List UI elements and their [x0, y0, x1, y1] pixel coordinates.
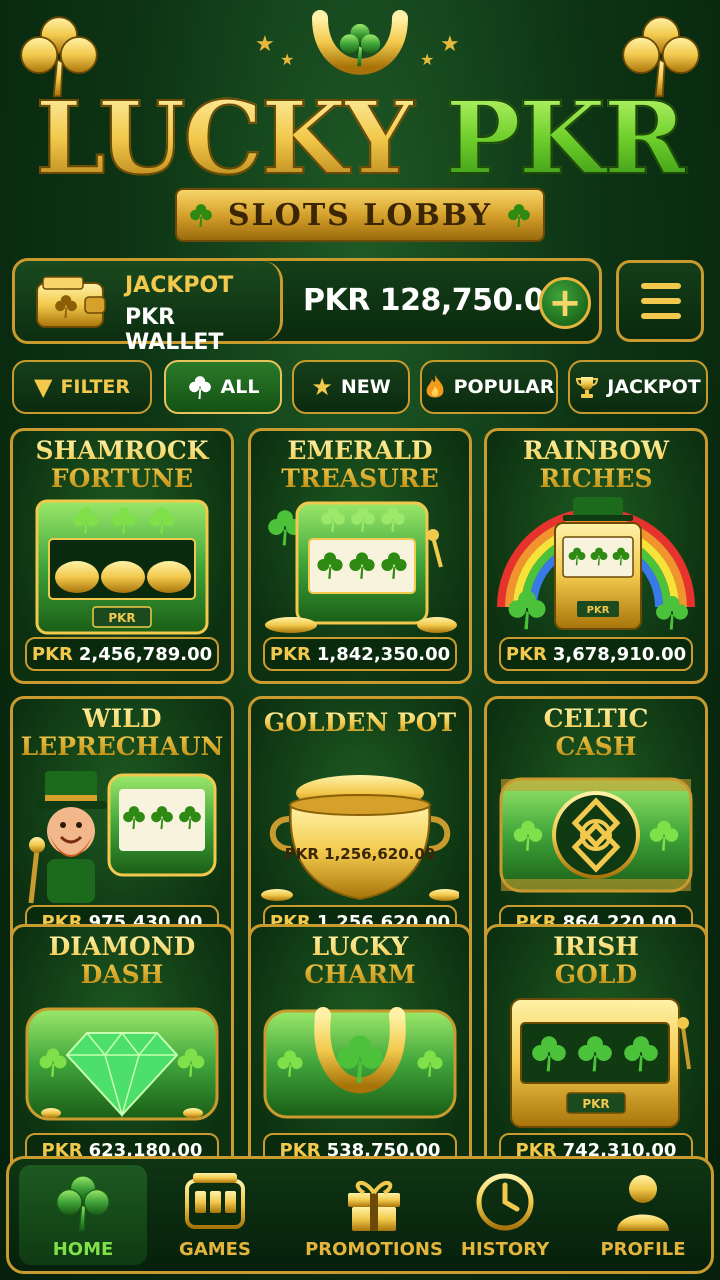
- nav-item-history[interactable]: HISTORY: [441, 1165, 569, 1265]
- pot-of-gold-image: PKR 1,256,620.00: [261, 775, 459, 901]
- slot-machine-image: [265, 501, 457, 633]
- flame-icon: [426, 375, 443, 398]
- leprechaun-reels-image: [28, 771, 217, 904]
- game-card-golden-pot[interactable]: GOLDEN POT PKR 1,256,620.00 PKR 1,256,62…: [248, 696, 472, 952]
- svg-text:PKR: PKR: [108, 611, 135, 625]
- filter-chip-filter[interactable]: ▼ FILTER: [12, 360, 152, 414]
- subtitle-ribbon: SLOTS LOBBY: [175, 188, 545, 242]
- hamburger-icon: [641, 283, 681, 289]
- game-card-lucky-charm[interactable]: LUCKY CHARM PKR 538,750.00: [248, 924, 472, 1180]
- plus-icon: +: [548, 280, 582, 326]
- nav-item-games[interactable]: GAMES: [151, 1165, 279, 1265]
- filter-bar: ▼ FILTER ALL ★ NEW POPULAR JACKPOT: [12, 360, 708, 414]
- header: ★ ★ ★ ★ LUCKY PKR SLOTS LOBBY: [0, 0, 720, 255]
- game-title: WILD LEPRECHAUN: [13, 705, 231, 761]
- game-title: CELTIC CASH: [487, 705, 705, 761]
- wallet-icon: [36, 276, 106, 328]
- svg-text:PKR 1,256,620.00: PKR 1,256,620.00: [285, 845, 435, 863]
- horseshoe-reels-image: [263, 1007, 457, 1119]
- jackpot-amount: PKR 2,456,789.00: [25, 637, 219, 671]
- clover-icon: [51, 1171, 115, 1233]
- game-card-irish-gold[interactable]: IRISH GOLD PKR PKR 742,310.00: [484, 924, 708, 1180]
- wallet-label-name: PKR WALLET: [125, 305, 224, 355]
- slot-machine-image: PKR: [35, 499, 209, 635]
- game-title: GOLDEN POT: [251, 709, 469, 737]
- wallet-panel: JACKPOT PKR WALLET PKR 128,750.00 +: [12, 258, 602, 355]
- jackpot-amount: PKR 3,678,910.00: [499, 637, 693, 671]
- slot-machine-icon: [185, 1173, 245, 1229]
- trophy-icon: [576, 377, 599, 398]
- jackpot-amount: PKR 1,842,350.00: [263, 637, 457, 671]
- game-card-diamond-dash[interactable]: DIAMOND DASH PKR 623,180.00: [10, 924, 234, 1180]
- clover-icon: [506, 202, 532, 228]
- game-card-emerald-treasure[interactable]: EMERALD TREASURE PKR 1,842,350.00: [248, 428, 472, 684]
- star-icon: ★: [280, 50, 295, 69]
- game-card-wild-leprechaun[interactable]: WILD LEPRECHAUN PKR 975,430.00: [10, 696, 234, 952]
- clover-icon: [188, 202, 214, 228]
- wallet-balance: PKR 128,750.00: [303, 283, 565, 318]
- game-card-celtic-cash[interactable]: CELTIC CASH PKR 864,220.00: [484, 696, 708, 952]
- slot-machine-image: PKR: [497, 497, 695, 630]
- game-title: DIAMOND DASH: [13, 933, 231, 989]
- nav-item-profile[interactable]: PROFILE: [579, 1165, 707, 1265]
- wallet-label-jackpot: JACKPOT: [125, 273, 234, 298]
- filter-chip-jackpot[interactable]: JACKPOT: [568, 360, 708, 414]
- star-icon: ★: [420, 50, 435, 69]
- app-logo: LUCKY PKR: [34, 78, 687, 198]
- clock-icon: [476, 1173, 534, 1231]
- game-title: SHAMROCK FORTUNE: [13, 437, 231, 493]
- clover-icon: [187, 374, 213, 400]
- filter-chip-all[interactable]: ALL: [164, 360, 282, 414]
- game-grid: SHAMROCK FORTUNE PKR PKR 2,456,789.00 EM…: [10, 428, 710, 1180]
- game-title: LUCKY CHARM: [251, 933, 469, 989]
- diamond-reels-image: [25, 1007, 219, 1121]
- menu-button[interactable]: [616, 260, 704, 342]
- game-title: EMERALD TREASURE: [251, 437, 469, 493]
- nav-item-home[interactable]: HOME: [19, 1165, 147, 1265]
- celtic-reels-image: [499, 777, 693, 893]
- game-card-rainbow-riches[interactable]: RAINBOW RICHES PKR PKR 3,678,910.00: [484, 428, 708, 684]
- star-icon: ★: [440, 32, 460, 57]
- slot-machine-image: PKR: [510, 998, 691, 1128]
- star-icon: ★: [311, 373, 333, 401]
- game-title: RAINBOW RICHES: [487, 437, 705, 493]
- funnel-icon: ▼: [33, 373, 53, 401]
- star-icon: ★: [255, 32, 275, 57]
- game-card-shamrock-fortune[interactable]: SHAMROCK FORTUNE PKR PKR 2,456,789.00: [10, 428, 234, 684]
- svg-text:PKR: PKR: [587, 605, 610, 616]
- person-icon: [617, 1175, 669, 1231]
- filter-chip-new[interactable]: ★ NEW: [292, 360, 410, 414]
- svg-text:PKR: PKR: [582, 1097, 609, 1111]
- game-title: IRISH GOLD: [487, 933, 705, 989]
- wallet-info[interactable]: JACKPOT PKR WALLET: [15, 261, 283, 355]
- gift-icon: [348, 1180, 400, 1231]
- nav-item-promotions[interactable]: PROMOTIONS: [294, 1165, 454, 1265]
- add-funds-button[interactable]: +: [539, 277, 591, 329]
- bottom-nav: HOME GAMES PROMOTIONS HISTORY PROFILE: [6, 1156, 714, 1274]
- filter-chip-popular[interactable]: POPULAR: [420, 360, 558, 414]
- page-subtitle: SLOTS LOBBY: [227, 197, 493, 233]
